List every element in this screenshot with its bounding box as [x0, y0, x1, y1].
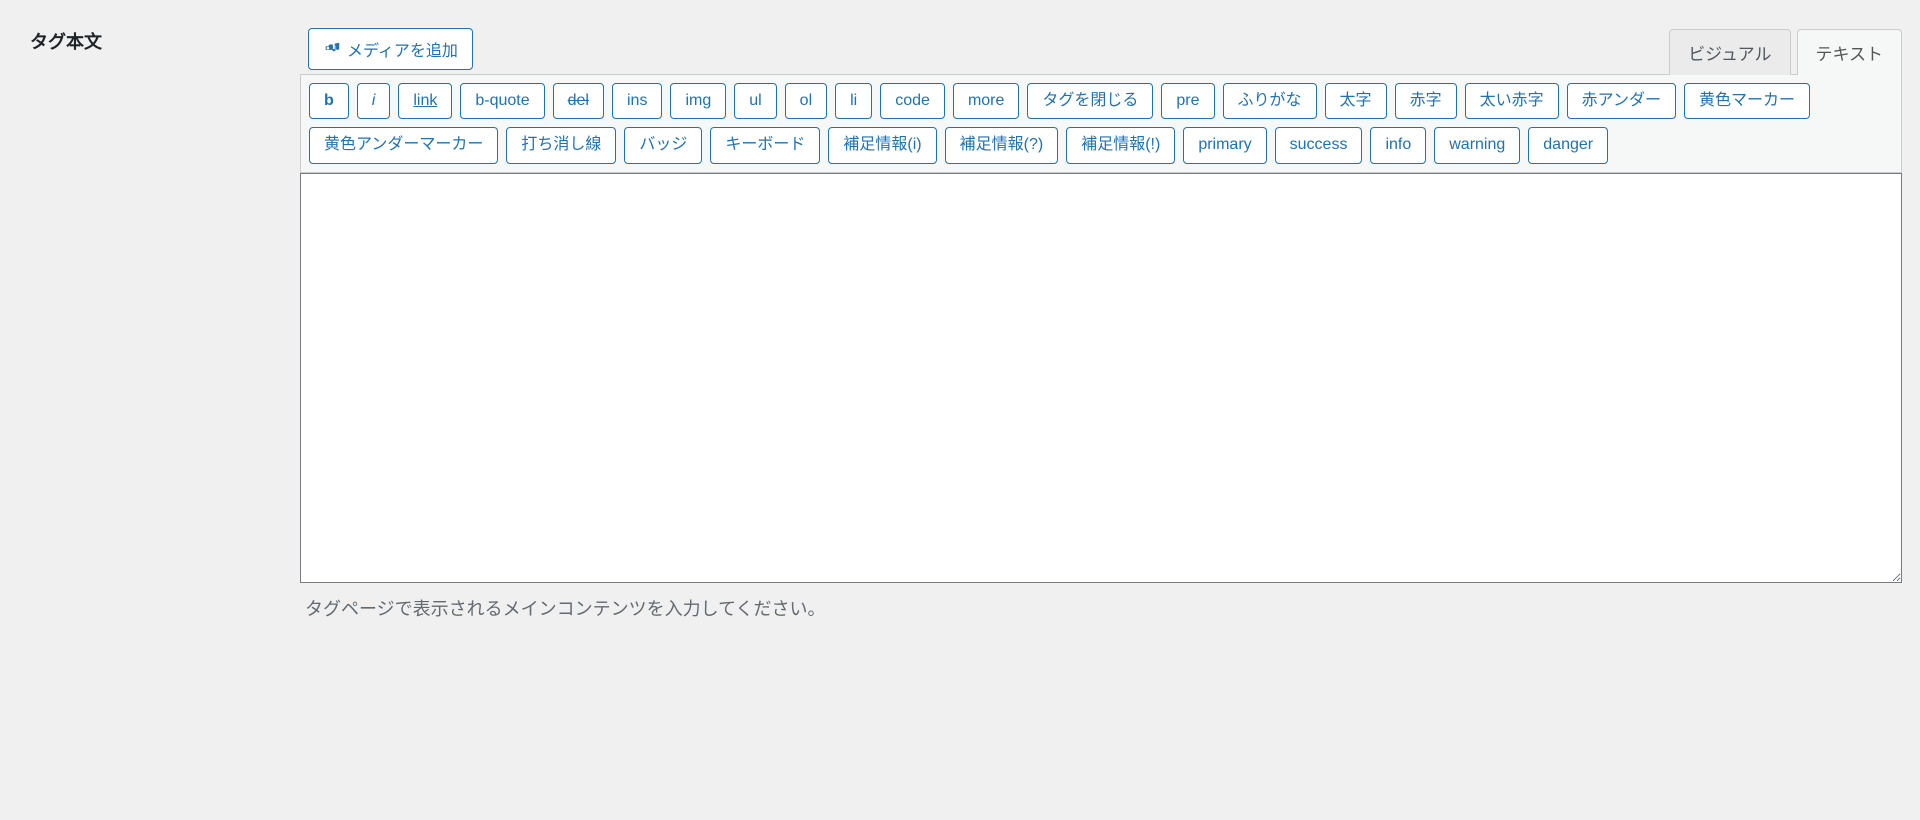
- qt-close-tags-button[interactable]: タグを閉じる: [1027, 83, 1153, 119]
- tab-text[interactable]: テキスト: [1797, 29, 1903, 75]
- qt-bold-button[interactable]: b: [309, 83, 349, 119]
- qt-keyboard-button[interactable]: キーボード: [710, 127, 820, 163]
- qt-img-button[interactable]: img: [670, 83, 726, 119]
- qt-strikethrough-button[interactable]: 打ち消し線: [506, 127, 616, 163]
- qt-danger-button[interactable]: danger: [1528, 127, 1608, 163]
- qt-ol-button[interactable]: ol: [785, 83, 827, 119]
- qt-pre-button[interactable]: pre: [1161, 83, 1214, 119]
- qt-bold-text-button[interactable]: 太字: [1325, 83, 1387, 119]
- qt-info-ex-button[interactable]: 補足情報(!): [1066, 127, 1175, 163]
- qt-ins-button[interactable]: ins: [612, 83, 662, 119]
- qt-info-i-button[interactable]: 補足情報(i): [828, 127, 936, 163]
- qt-blockquote-button[interactable]: b-quote: [460, 83, 544, 119]
- qt-info-button[interactable]: info: [1370, 127, 1426, 163]
- content-textarea[interactable]: [300, 173, 1902, 583]
- add-media-label: メディアを追加: [347, 37, 458, 61]
- qt-red-text-button[interactable]: 赤字: [1395, 83, 1457, 119]
- qt-success-button[interactable]: success: [1275, 127, 1363, 163]
- qt-warning-button[interactable]: warning: [1434, 127, 1520, 163]
- qt-furigana-button[interactable]: ふりがな: [1223, 83, 1317, 119]
- qt-badge-button[interactable]: バッジ: [624, 127, 702, 163]
- qt-ul-button[interactable]: ul: [734, 83, 776, 119]
- qt-del-button[interactable]: del: [553, 83, 604, 119]
- qt-info-q-button[interactable]: 補足情報(?): [945, 127, 1059, 163]
- qt-li-button[interactable]: li: [835, 83, 872, 119]
- qt-italic-button[interactable]: i: [357, 83, 391, 119]
- qt-red-under-button[interactable]: 赤アンダー: [1567, 83, 1676, 119]
- qt-code-button[interactable]: code: [880, 83, 945, 119]
- qt-primary-button[interactable]: primary: [1183, 127, 1266, 163]
- camera-music-icon: [323, 40, 341, 58]
- editor-tabs: ビジュアル テキスト: [1663, 29, 1902, 75]
- qt-link-button[interactable]: link: [398, 83, 452, 119]
- field-label: タグ本文: [30, 32, 102, 53]
- add-media-button[interactable]: メディアを追加: [308, 28, 473, 70]
- qt-yellow-marker-button[interactable]: 黄色マーカー: [1684, 83, 1810, 119]
- qt-more-button[interactable]: more: [953, 83, 1019, 119]
- tab-visual[interactable]: ビジュアル: [1669, 29, 1790, 75]
- quicktags-toolbar: b i link b-quote del ins img ul ol li co…: [300, 74, 1902, 173]
- help-text: タグページで表示されるメインコンテンツを入力してください。: [300, 583, 1902, 621]
- qt-yellow-under-marker-button[interactable]: 黄色アンダーマーカー: [309, 127, 498, 163]
- qt-bold-red-text-button[interactable]: 太い赤字: [1465, 83, 1559, 119]
